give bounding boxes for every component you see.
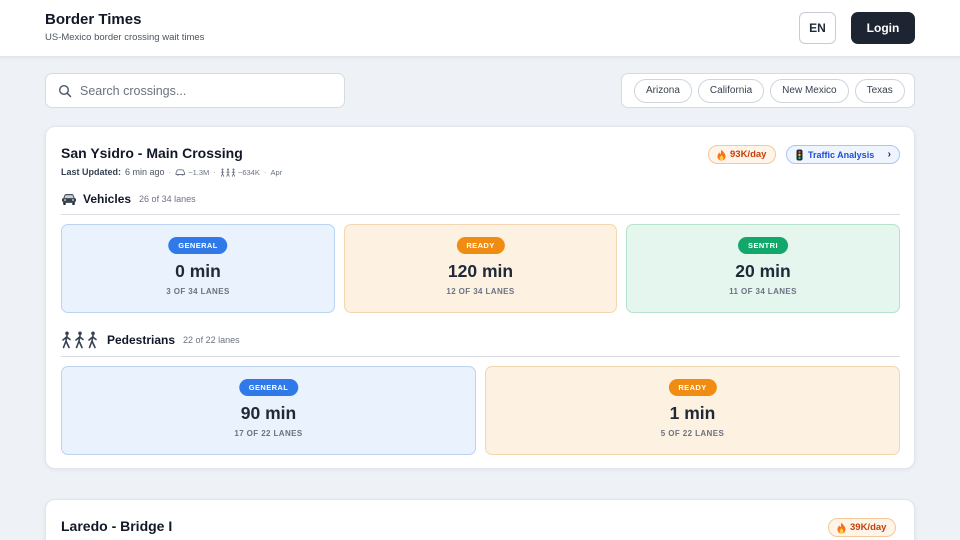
app-header: Border Times US-Mexico border crossing w… xyxy=(0,0,960,57)
last-updated-value: 6 min ago xyxy=(125,167,165,177)
last-updated-label: Last Updated: xyxy=(61,167,122,177)
lane-count: 12 OF 34 LANES xyxy=(446,287,515,296)
pedestrian-wait-ready: READY 1 min 5 OF 22 LANES xyxy=(485,366,900,455)
lane-count: 17 OF 22 LANES xyxy=(234,429,303,438)
car-icon xyxy=(62,194,76,205)
traffic-analysis-label: Traffic Analysis xyxy=(808,149,875,160)
pedestrian-wait-general: GENERAL 90 min 17 OF 22 LANES xyxy=(61,366,476,455)
lane-type-badge: READY xyxy=(456,237,505,254)
vehicles-divider xyxy=(61,214,900,215)
filter-arizona[interactable]: Arizona xyxy=(634,78,692,103)
traffic-analysis-button[interactable]: Traffic Analysis › xyxy=(786,145,900,164)
app-subtitle: US-Mexico border crossing wait times xyxy=(45,32,205,43)
vehicle-wait-ready: READY 120 min 12 OF 34 LANES xyxy=(344,224,617,313)
lane-count: 5 OF 22 LANES xyxy=(660,429,725,438)
wait-time: 0 min xyxy=(175,261,221,281)
traffic-badge: 39K/day xyxy=(828,518,897,537)
filter-california[interactable]: California xyxy=(697,78,765,103)
pedestrians-title: Pedestrians xyxy=(107,333,176,347)
app-title: Border Times xyxy=(45,11,142,28)
lane-type-badge: GENERAL xyxy=(168,237,228,254)
car-small-icon xyxy=(175,169,186,176)
crossing-name: Laredo - Bridge I xyxy=(61,518,173,534)
pedestrian-icon xyxy=(62,331,97,349)
crossing-meta: Last Updated: 6 min ago · ~1.3M · ~634K … xyxy=(61,167,283,177)
vehicle-wait-general: GENERAL 0 min 3 OF 34 LANES xyxy=(61,224,335,313)
crossing-name: San Ysidro - Main Crossing xyxy=(61,145,243,161)
search-input[interactable] xyxy=(80,83,320,98)
wait-time: 120 min xyxy=(447,261,514,281)
wait-time: 90 min xyxy=(240,403,297,423)
wait-time: 20 min xyxy=(735,261,791,281)
lane-type-badge: GENERAL xyxy=(238,379,299,396)
lane-count: 11 OF 34 LANES xyxy=(729,287,797,296)
lane-type-badge: READY xyxy=(668,379,717,396)
traffic-badge: 93K/day xyxy=(708,145,777,164)
state-filters: Arizona California New Mexico Texas xyxy=(621,73,915,108)
filter-new-mexico[interactable]: New Mexico xyxy=(770,78,849,103)
vehicles-title: Vehicles xyxy=(83,192,132,206)
stats-month: Apr xyxy=(270,167,283,177)
pedestrian-volume: ~634K xyxy=(220,168,260,177)
traffic-light-icon xyxy=(796,149,803,160)
crossing-card: Laredo - Bridge I 39K/day xyxy=(45,499,915,540)
fire-icon xyxy=(837,522,846,533)
pedestrians-lane-count: 22 of 22 lanes xyxy=(183,335,240,345)
vehicles-section-header: Vehicles 26 of 34 lanes xyxy=(61,192,196,206)
search-box[interactable] xyxy=(45,73,345,108)
pedestrians-divider xyxy=(61,356,900,357)
lane-type-badge: SENTRI xyxy=(738,237,788,254)
pedestrian-small-icon xyxy=(220,168,236,177)
vehicle-volume: ~1.3M xyxy=(175,168,209,177)
wait-time: 1 min xyxy=(669,403,716,423)
pedestrians-section-header: Pedestrians 22 of 22 lanes xyxy=(61,331,240,349)
vehicles-lane-count: 26 of 34 lanes xyxy=(139,194,196,204)
login-button[interactable]: Login xyxy=(851,12,915,44)
filter-texas[interactable]: Texas xyxy=(854,78,905,103)
language-button[interactable]: EN xyxy=(799,12,836,44)
crossing-card: San Ysidro - Main Crossing Last Updated:… xyxy=(45,126,915,469)
chevron-right-icon: › xyxy=(887,149,891,160)
lane-count: 3 OF 34 LANES xyxy=(166,287,230,296)
vehicle-wait-sentri: SENTRI 20 min 11 OF 34 LANES xyxy=(626,224,900,313)
search-icon xyxy=(58,84,72,97)
fire-icon xyxy=(717,149,726,160)
